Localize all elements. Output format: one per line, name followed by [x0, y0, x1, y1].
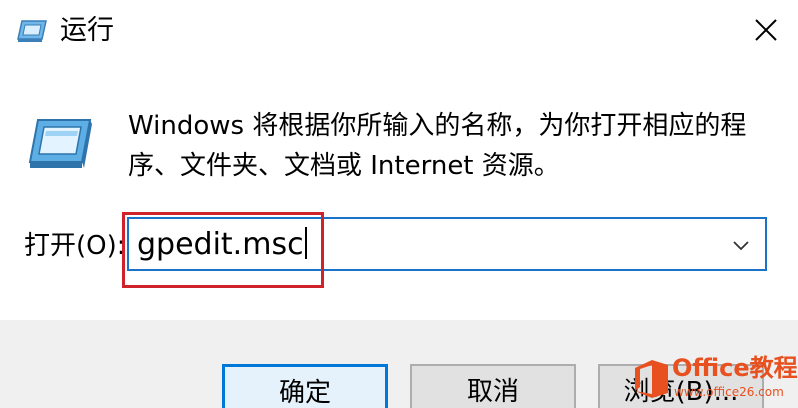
office-logo-icon — [635, 360, 668, 398]
watermark-url: www.office26.com — [674, 385, 784, 399]
text-caret — [304, 227, 307, 259]
close-icon — [755, 19, 777, 41]
run-dialog: 运行 Windows 将根据你所输入的名称，为你打开相应的程序、文件夹、文档或 … — [0, 0, 798, 408]
run-large-icon — [28, 119, 92, 168]
dialog-content: Windows 将根据你所输入的名称，为你打开相应的程序、文件夹、文档或 Int… — [0, 62, 798, 320]
open-input[interactable]: gpedit.msc — [137, 225, 307, 265]
open-combobox[interactable]: gpedit.msc — [127, 217, 767, 271]
chevron-down-icon[interactable] — [723, 227, 759, 263]
description-text: Windows 将根据你所输入的名称，为你打开相应的程序、文件夹、文档或 Int… — [128, 111, 747, 181]
open-label: 打开(O): — [24, 231, 126, 261]
close-button[interactable] — [742, 8, 790, 52]
watermark-title: Office教程网 — [672, 354, 798, 382]
title-bar: 运行 — [0, 0, 798, 62]
ok-button[interactable]: 确定 — [222, 364, 388, 408]
cancel-button[interactable]: 取消 — [410, 364, 576, 408]
window-title: 运行 — [60, 15, 114, 46]
watermark: Office教程网 www.office26.com — [632, 352, 798, 408]
run-icon — [17, 20, 47, 42]
